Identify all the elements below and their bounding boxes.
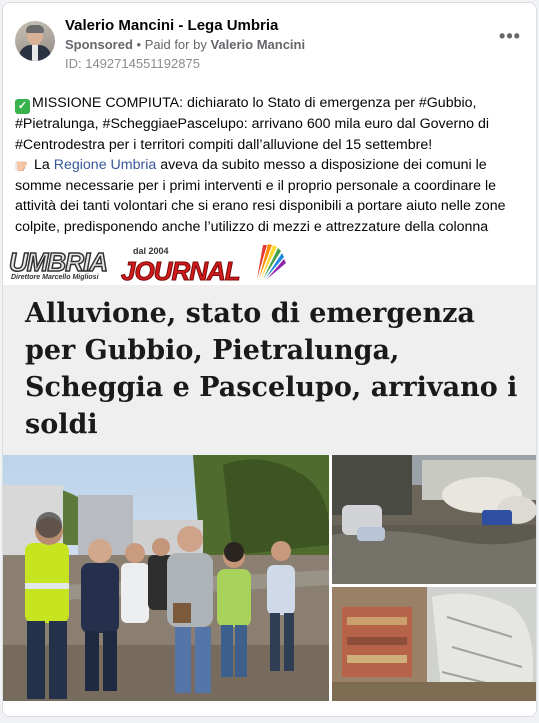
headline-banner: Alluvione, stato di emergenza per Gubbio… (3, 285, 536, 455)
damaged-materials-photo (332, 587, 536, 701)
payer-name[interactable]: Valerio Mancini (210, 37, 305, 52)
sponsored-post-card: Valerio Mancini - Lega Umbria Sponsored … (2, 2, 537, 717)
logo-text-journal: JOURNAL (121, 256, 242, 287)
regione-umbria-link[interactable]: Regione Umbria (54, 157, 157, 173)
flooded-warehouse-photo (332, 455, 536, 584)
paid-for-prefix: Paid for by (144, 37, 211, 52)
logo-director: Direttore Marcello Migliosi (11, 274, 99, 281)
sponsored-label[interactable]: Sponsored (65, 37, 133, 52)
ad-id: ID: 1492714551192875 (65, 56, 200, 71)
author-avatar[interactable] (15, 21, 55, 61)
check-mark-icon: ✓ (15, 99, 30, 114)
umbria-journal-logo: UMBRIA dal 2004 JOURNAL Direttore Marcel… (3, 239, 291, 287)
officials-photo (3, 455, 329, 701)
sponsored-meta: Sponsored • Paid for by Valerio Mancini (65, 37, 305, 52)
more-options-icon[interactable]: ••• (498, 27, 522, 49)
logo-year: dal 2004 (133, 246, 169, 256)
post-paragraph-1: ✓ MISSIONE COMPIUTA: dichiarato lo Stato … (15, 95, 490, 153)
article-headline: Alluvione, stato di emergenza per Gubbio… (25, 298, 518, 440)
author-name[interactable]: Valerio Mancini - Lega Umbria (65, 17, 278, 34)
post-image[interactable]: UMBRIA dal 2004 JOURNAL Direttore Marcel… (3, 239, 536, 705)
rainbow-logo-icon (257, 244, 286, 279)
meta-separator: • (132, 37, 145, 52)
pointing-hand-icon (15, 161, 27, 171)
card-footer (3, 705, 536, 716)
post-header: Valerio Mancini - Lega Umbria Sponsored … (3, 3, 536, 83)
post-text: ✓ MISSIONE COMPIUTA: dichiarato lo Stato … (15, 93, 531, 258)
